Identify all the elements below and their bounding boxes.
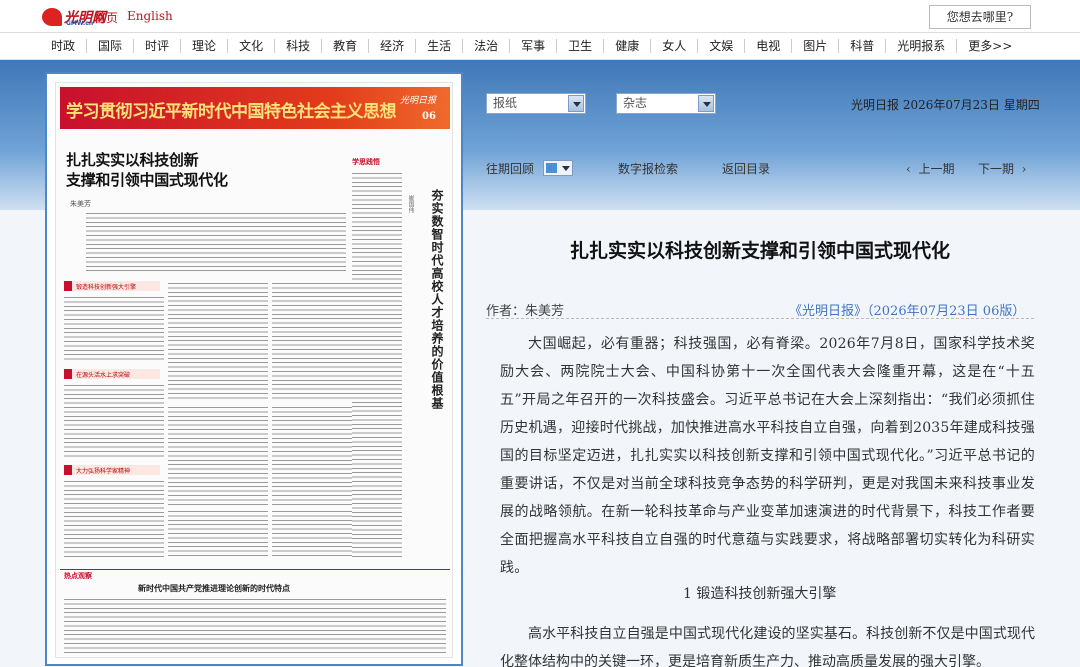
paper-banner: 学习贯彻习近平新时代中国特色社会主义思想 光明日报 06 <box>60 87 450 129</box>
chevron-down-icon <box>698 95 714 112</box>
top-bar: 光明网 GMW.cn 首页 English 您想去哪里? <box>0 0 1080 33</box>
nav-item[interactable]: 卫生 <box>557 39 605 53</box>
chevron-down-icon <box>568 95 584 112</box>
nav-item[interactable]: 教育 <box>322 39 370 53</box>
article-title: 扎扎实实以科技创新支撑和引领中国式现代化 <box>569 240 950 262</box>
nav-item[interactable]: 生活 <box>416 39 464 53</box>
article-paragraph-1: 大国崛起，必有重器；科技强国，必有脊梁。2026年7月8日，国家科学技术奖励大会… <box>500 336 1035 576</box>
banner-logo: 光明日报 <box>400 96 437 106</box>
nav-item[interactable]: 文娱 <box>698 39 746 53</box>
bottom-column-logo: 热点观察 <box>64 572 92 580</box>
bottom-text <box>64 597 446 655</box>
nav-item[interactable]: 图片 <box>792 39 840 53</box>
side-text-col <box>352 171 402 559</box>
paper-headline-2[interactable]: 支撑和引领中国式现代化 <box>66 169 228 190</box>
paper-headline-1[interactable]: 扎扎实实以科技创新 <box>66 149 199 170</box>
logo-icon <box>42 8 62 26</box>
nav-item[interactable]: 理论 <box>181 39 229 53</box>
paper-section-3: 大力弘扬科学家精神 <box>64 465 160 475</box>
back-to-index-link[interactable]: 返回目录 <box>722 160 770 177</box>
paper-divider <box>60 569 450 570</box>
paper-text-col <box>168 509 268 559</box>
main-nav: 时政 国际 时评 理论 文化 科技 教育 经济 生活 法治 军事 卫生 健康 女人 文娱 电视 图片 科普 光明报系… <box>0 33 1080 60</box>
paper-text-col <box>64 295 164 363</box>
nav-item[interactable]: 经济 <box>369 39 417 53</box>
nav-item[interactable]: 科技 <box>275 39 323 53</box>
paper-text-col <box>64 383 164 459</box>
home-link[interactable]: 首页 <box>94 9 118 26</box>
meta-divider <box>486 318 1034 319</box>
paper-text-col <box>168 405 268 505</box>
chevron-left-icon: ‹ <box>906 162 911 176</box>
nav-item[interactable]: 时评 <box>134 39 182 53</box>
article-paragraph-2: 高水平科技自立自强是中国式现代化建设的坚实基石。科技创新不仅是中国式现代化整体结… <box>500 626 1035 667</box>
paper-section-1: 锻造科技创新强大引擎 <box>64 281 160 291</box>
article-subheading: 1 锻造科技创新强大引擎 <box>683 586 837 602</box>
digital-search-link[interactable]: 数字报检索 <box>618 160 678 177</box>
nav-item[interactable]: 军事 <box>510 39 558 53</box>
nav-item[interactable]: 光明报系 <box>886 39 958 53</box>
side-column-logo: 学思践悟 <box>352 158 380 166</box>
magazine-select[interactable]: 杂志 <box>616 93 716 114</box>
issue-date: 光明日报 2026年07月23日 星期四 <box>851 98 1040 112</box>
side-article-title[interactable]: 夯实数智时代高校人才培养的价值根基 <box>424 189 446 410</box>
paper-section-2: 在源头活水上求突破 <box>64 369 160 379</box>
nav-item[interactable]: 电视 <box>745 39 793 53</box>
paper-text-col <box>64 479 164 557</box>
english-link[interactable]: English <box>127 9 173 23</box>
nav-item[interactable]: 时政 <box>40 39 88 53</box>
page-number: 06 <box>422 111 436 122</box>
site-search-button[interactable]: 您想去哪里? <box>929 5 1031 29</box>
paper-author: 朱美芳 <box>70 200 91 208</box>
prev-issue-link[interactable]: ‹ 上一期 <box>906 160 954 177</box>
logo-sub: GMW.cn <box>66 20 94 27</box>
nav-item[interactable]: 女人 <box>651 39 699 53</box>
nav-item[interactable]: 法治 <box>463 39 511 53</box>
paper-text-col <box>168 281 268 401</box>
next-issue-link[interactable]: 下一期 › <box>978 160 1026 177</box>
paper-lead-text <box>86 211 346 271</box>
nav-item[interactable]: 科普 <box>839 39 887 53</box>
chevron-right-icon: › <box>1021 162 1027 176</box>
nav-item[interactable]: 更多>> <box>957 39 1023 53</box>
newspaper-page-preview[interactable]: 学习贯彻习近平新时代中国特色社会主义思想 光明日报 06 扎扎实实以科技创新 支… <box>45 72 463 666</box>
past-review-label: 往期回顾 <box>486 162 535 176</box>
nav-item[interactable]: 健康 <box>604 39 652 53</box>
banner-title: 学习贯彻习近平新时代中国特色社会主义思想 <box>66 102 397 122</box>
nav-item[interactable]: 国际 <box>87 39 135 53</box>
nav-item[interactable]: 文化 <box>228 39 276 53</box>
past-review-picker[interactable] <box>543 160 573 176</box>
bottom-article-title[interactable]: 新时代中国共产党推进理论创新的时代特点 <box>138 583 290 594</box>
article-author: 作者：朱美芳 <box>486 304 565 319</box>
article-source: 《光明日报》（2026年07月23日 06版） <box>789 304 1026 319</box>
newspaper-select[interactable]: 报纸 <box>486 93 586 114</box>
side-author: 崔国伟 <box>407 195 414 213</box>
paper-page: 学习贯彻习近平新时代中国特色社会主义思想 光明日报 06 扎扎实实以科技创新 支… <box>55 82 453 658</box>
